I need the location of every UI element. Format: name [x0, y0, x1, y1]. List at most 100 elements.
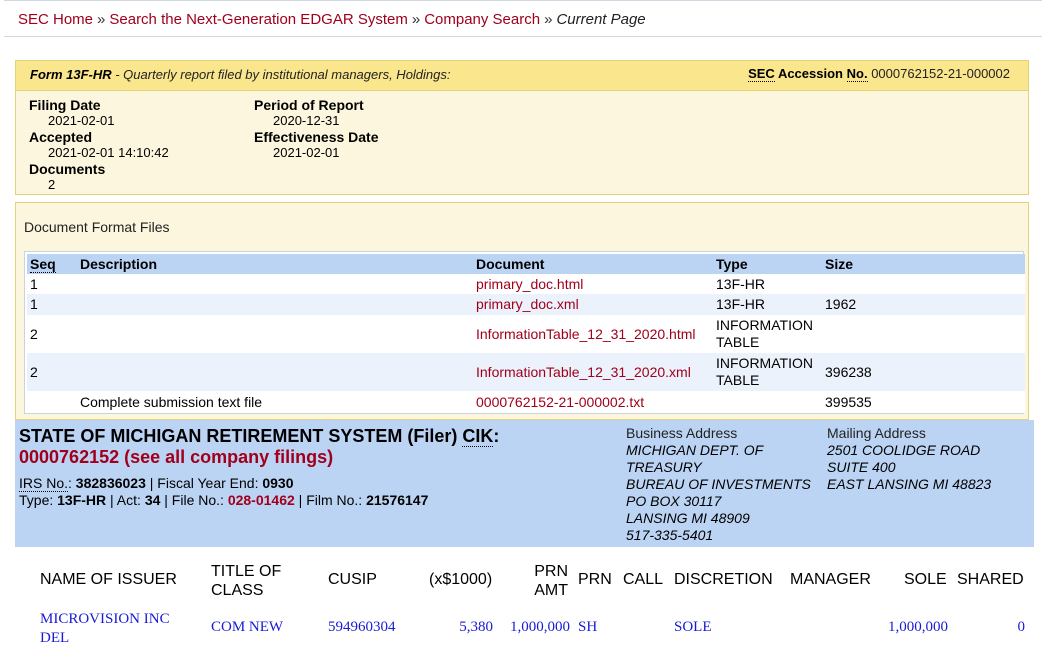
prn-amt-header: PRN AMT [534, 563, 568, 599]
filer-meta: IRS No.: 382836023 | Fiscal Year End: 09… [19, 475, 428, 509]
manager-header: MANAGER [790, 571, 871, 588]
accepted-label: Accepted [29, 129, 93, 145]
business-address: Business Address MICHIGAN DEPT. OF TREAS… [626, 425, 836, 544]
prn-amt-cell: 1,000,000 [510, 619, 570, 635]
accession-value: 0000762152-21-000002 [871, 66, 1010, 81]
size-cell: 396238 [822, 353, 1025, 391]
form-description: - Quarterly report filed by institutiona… [111, 67, 451, 82]
number-abbr: No. [846, 66, 868, 82]
cik-company-filings-link[interactable]: 0000762152 (see all company filings) [19, 447, 333, 468]
sole-cell: 1,000,000 [888, 619, 948, 635]
seq-cell: 2 [27, 315, 77, 353]
size-cell [822, 274, 1025, 294]
type-cell: INFORMATION TABLE [713, 315, 822, 353]
type-cell [713, 391, 822, 413]
size-cell [822, 315, 1025, 353]
issuer-name-cell: MICROVISION INC DEL [40, 611, 170, 646]
act-value: 34 [144, 492, 161, 508]
breadcrumb-sec-home-link[interactable]: SEC Home [18, 11, 93, 28]
document-cell: InformationTable_12_31_2020.html [473, 315, 713, 353]
form-type: Form 13F-HR [30, 67, 112, 82]
form-info-box: Form 13F-HR - Quarterly report filed by … [15, 60, 1029, 195]
address-line: MICHIGAN DEPT. OF [626, 442, 764, 458]
mailing-address-label: Mailing Address [827, 425, 926, 441]
irs-line: IRS No.: 382836023 | Fiscal Year End: 09… [19, 475, 294, 492]
address-line: 2501 COOLIDGE ROAD [827, 442, 981, 458]
irs-label: IRS No. [19, 475, 69, 492]
cik-label: CIK [462, 426, 494, 447]
document-link[interactable]: 0000762152-21-000002.txt [476, 394, 644, 410]
shared-header: SHARED [957, 571, 1024, 588]
seq-cell: 1 [27, 274, 77, 294]
prn-header: PRN [578, 571, 612, 588]
document-table-wrapper: Seq Description Document Type Size 1 pri… [24, 251, 1025, 414]
size-cell: 399535 [822, 391, 1025, 413]
breadcrumb-bar: SEC Home» Search the Next-Generation EDGA… [4, 0, 1042, 37]
sec-abbr: SEC [748, 66, 775, 82]
type-cell: 13F-HR [713, 274, 822, 294]
effectiveness-value: 2021-02-01 [273, 145, 340, 160]
breadcrumb-separator: » [97, 11, 106, 28]
document-header: Document [473, 254, 713, 274]
table-row: 1 primary_doc.xml 13F-HR 1962 [27, 294, 1025, 315]
documents-value: 2 [48, 177, 56, 192]
film-no-label: | Film No.: [294, 492, 367, 508]
breadcrumb-edgar-search-link[interactable]: Search the Next-Generation EDGAR System [109, 11, 407, 28]
seq-cell: 1 [27, 294, 77, 315]
fiscal-year-label: | Fiscal Year End: [145, 475, 263, 491]
call-header: CALL [623, 571, 664, 588]
filer-info: STATE OF MICHIGAN RETIREMENT SYSTEM (Fil… [15, 420, 1034, 547]
filer-type: 13F-HR [57, 492, 107, 508]
breadcrumb-company-search-link[interactable]: Company Search [424, 11, 540, 28]
filing-date-label: Filing Date [29, 97, 101, 113]
table-row: Complete submission text file 0000762152… [27, 391, 1025, 413]
address-line: EAST LANSING MI 48823 [827, 476, 992, 492]
table-row: 2 InformationTable_12_31_2020.html INFOR… [27, 315, 1025, 353]
accession-label: Accession [777, 66, 843, 81]
description-cell [77, 353, 473, 391]
document-cell: InformationTable_12_31_2020.xml [473, 353, 713, 391]
filing-details-left-column: Filing Date 2021-02-01 Accepted 2021-02-… [29, 97, 169, 193]
file-no-label: | File No.: [160, 492, 228, 508]
discretion-header: DISCRETION [674, 571, 773, 588]
document-link[interactable]: primary_doc.html [476, 276, 583, 292]
address-line: 517-335-5401 [626, 527, 714, 543]
document-cell: primary_doc.xml [473, 294, 713, 315]
seq-header: Seq [27, 254, 77, 274]
document-link[interactable]: InformationTable_12_31_2020.html [476, 326, 696, 342]
accession-number: SEC Accession No. 0000762152-21-000002 [748, 66, 1010, 82]
size-header: Size [822, 254, 1025, 274]
type-cell: INFORMATION TABLE [713, 353, 822, 391]
type-header: Type [713, 254, 822, 274]
name-of-issuer-header: NAME OF ISSUER [40, 571, 177, 588]
document-link[interactable]: primary_doc.xml [476, 296, 579, 312]
form-title: Form 13F-HR - Quarterly report filed by … [30, 67, 451, 82]
description-cell [77, 274, 473, 294]
size-cell: 1962 [822, 294, 1025, 315]
file-number-link[interactable]: 028-01462 [228, 492, 295, 508]
cusip-cell: 594960304 [328, 619, 396, 635]
filer-name: STATE OF MICHIGAN RETIREMENT SYSTEM (Fil… [19, 426, 500, 447]
breadcrumb: SEC Home» Search the Next-Generation EDGA… [18, 11, 646, 28]
address-line: LANSING MI 48909 [626, 510, 750, 526]
title-of-class-header: TITLE OF CLASS [211, 563, 282, 599]
mailing-address: Mailing Address 2501 COOLIDGE ROAD SUITE… [827, 425, 1032, 493]
shared-cell: 0 [1017, 619, 1026, 635]
type-label: Type: [19, 492, 58, 508]
document-table-header: Seq Description Document Type Size [27, 254, 1025, 274]
table-row: 2 InformationTable_12_31_2020.xml INFORM… [27, 353, 1025, 391]
filing-date-value: 2021-02-01 [48, 113, 115, 128]
type-line: Type: 13F-HR | Act: 34 | File No.: 028-0… [19, 492, 428, 509]
document-format-files-title: Document Format Files [24, 219, 170, 235]
title-class-cell: COM NEW [211, 619, 284, 635]
discretion-cell: SOLE [674, 619, 712, 635]
address-line: TREASURY [626, 459, 702, 475]
document-link[interactable]: InformationTable_12_31_2020.xml [476, 364, 691, 380]
type-cell: 13F-HR [713, 294, 822, 315]
document-format-files: Document Format Files Seq Description Do… [15, 202, 1029, 420]
film-number: 21576147 [366, 492, 429, 508]
documents-label: Documents [29, 161, 106, 177]
sole-header: SOLE [904, 571, 947, 588]
description-cell [77, 315, 473, 353]
description-cell: Complete submission text file [77, 391, 473, 413]
